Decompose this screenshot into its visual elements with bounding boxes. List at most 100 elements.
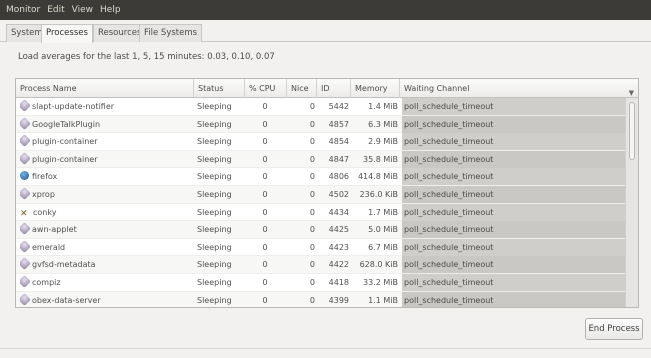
col-memory[interactable]: Memory <box>351 79 400 98</box>
nice-cell: 0 <box>309 102 315 111</box>
menu-edit[interactable]: Edit <box>47 5 64 15</box>
memory-cell: 1.1 MiB <box>368 295 398 305</box>
status-cell: Sleeping <box>197 154 232 164</box>
memory-cell: 5.0 MiB <box>368 225 398 235</box>
waiting-channel-cell: poll_schedule_timeout <box>402 150 626 168</box>
tab-processes[interactable]: Processes <box>41 24 93 43</box>
gear-icon <box>20 257 31 271</box>
nice-cell: 0 <box>309 189 315 199</box>
memory-cell: 6.7 MiB <box>368 242 398 252</box>
gear-icon <box>20 187 31 200</box>
menu-help[interactable]: Help <box>100 5 121 15</box>
cpu-cell: 0 <box>262 102 268 111</box>
table-row[interactable]: plugin-container Sleeping 0 0 4847 35.8 MiB po… <box>16 150 638 169</box>
id-cell: 4422 <box>328 260 349 270</box>
tab-file-systems[interactable]: File Systems <box>139 24 203 42</box>
process-name-cell: awn-applet <box>20 221 193 238</box>
nice-cell: 0 <box>309 242 315 252</box>
menu-bar: Monitor Edit View Help <box>0 0 651 20</box>
cpu-cell: 0 <box>262 277 268 287</box>
memory-cell: 35.8 MiB <box>363 154 398 164</box>
cpu-cell: 0 <box>262 172 268 182</box>
table-row[interactable]: compiz Sleeping 0 0 4418 33.2 MiB poll_schedul… <box>16 273 638 292</box>
status-cell: Sleeping <box>197 260 232 270</box>
gear-icon <box>20 292 31 306</box>
waiting-channel-cell: poll_schedule_timeout <box>402 273 626 291</box>
cpu-cell: 0 <box>262 225 268 235</box>
col-nice[interactable]: Nice <box>287 79 317 98</box>
nice-cell: 0 <box>309 172 315 182</box>
menu-view[interactable]: View <box>72 5 93 15</box>
status-cell: Sleeping <box>197 172 232 182</box>
table-row[interactable]: slapt-update-notifier Sleeping 0 0 5442 1.4 M… <box>16 98 638 116</box>
conky-icon: ✕ <box>20 208 28 219</box>
process-name-cell: obex-data-server <box>20 292 193 307</box>
gear-icon <box>20 99 31 112</box>
memory-cell: 414.8 MiB <box>357 172 398 182</box>
scrollbar-thumb[interactable] <box>629 102 635 160</box>
memory-cell: 33.2 MiB <box>363 277 398 287</box>
tab-bar: System Processes Resources File Systems <box>0 20 651 43</box>
bottom-divider <box>0 348 651 349</box>
table-row[interactable]: plugin-container Sleeping 0 0 4854 2.9 MiB pol… <box>16 133 638 151</box>
cpu-cell: 0 <box>262 119 268 129</box>
process-name-cell: gvfsd-metadata <box>20 256 193 273</box>
status-cell: Sleeping <box>197 119 232 129</box>
cpu-cell: 0 <box>262 242 268 252</box>
status-cell: Sleeping <box>197 225 232 235</box>
process-name: obex-data-server <box>32 295 101 305</box>
memory-cell: 6.3 MiB <box>368 119 398 129</box>
table-row[interactable]: awn-applet Sleeping 0 0 4425 5.0 MiB poll_sche… <box>16 221 638 239</box>
status-cell: Sleeping <box>197 207 232 217</box>
table-row[interactable]: GoogleTalkPlugin Sleeping 0 0 4857 6.3 MiB pol… <box>16 115 638 134</box>
waiting-channel-cell: poll_schedule_timeout <box>402 115 626 133</box>
memory-cell: 628.0 KiB <box>359 260 398 270</box>
table-row[interactable]: ✕ conky Sleeping 0 0 4434 1.7 MiB poll_schedule… <box>16 203 638 222</box>
menu-monitor[interactable]: Monitor <box>6 5 40 15</box>
table-row[interactable]: emerald Sleeping 0 0 4423 6.7 MiB poll_schedul… <box>16 238 638 257</box>
col-cpu[interactable]: % CPU <box>245 79 287 98</box>
process-name: slapt-update-notifier <box>32 102 115 111</box>
gear-icon <box>20 239 31 253</box>
nice-cell: 0 <box>309 260 315 270</box>
waiting-channel-cell: poll_schedule_timeout <box>402 203 626 221</box>
waiting-channel-cell: poll_schedule_timeout <box>402 133 626 151</box>
col-waiting-channel[interactable]: Waiting Channel ▼ <box>400 79 638 98</box>
memory-cell: 1.7 MiB <box>368 207 398 217</box>
cpu-cell: 0 <box>262 137 268 147</box>
status-cell: Sleeping <box>197 137 232 147</box>
end-process-button[interactable]: End Process <box>585 318 643 340</box>
table-row[interactable]: xprop Sleeping 0 0 4502 236.0 KiB poll_schedul… <box>16 185 638 204</box>
id-cell: 4806 <box>328 172 349 182</box>
process-name-cell: GoogleTalkPlugin <box>20 116 193 133</box>
gear-icon <box>20 275 31 288</box>
gear-icon <box>20 134 31 148</box>
load-averages-text: Load averages for the last 1, 5, 15 minu… <box>18 52 275 62</box>
process-name: emerald <box>32 242 66 252</box>
table-row[interactable]: obex-data-server Sleeping 0 0 4399 1.1 MiB pol… <box>16 291 638 307</box>
cpu-cell: 0 <box>262 260 268 270</box>
col-process-name[interactable]: Process Name <box>16 79 194 98</box>
status-cell: Sleeping <box>197 189 232 199</box>
memory-cell: 1.4 MiB <box>368 102 398 111</box>
col-id[interactable]: ID <box>317 79 351 98</box>
id-cell: 4502 <box>328 189 349 199</box>
id-cell: 4418 <box>328 277 349 287</box>
process-name: conky <box>33 207 57 217</box>
process-name-cell: firefox <box>20 168 193 185</box>
table-row[interactable]: firefox Sleeping 0 0 4806 414.8 MiB poll_sched… <box>16 168 638 186</box>
id-cell: 4857 <box>328 119 349 129</box>
nice-cell: 0 <box>309 119 315 129</box>
status-cell: Sleeping <box>197 277 232 287</box>
nice-cell: 0 <box>309 154 315 164</box>
vertical-scrollbar[interactable] <box>625 98 638 307</box>
waiting-channel-cell: poll_schedule_timeout <box>402 185 626 203</box>
table-body: slapt-update-notifier Sleeping 0 0 5442 1.4 M… <box>16 98 638 307</box>
col-status[interactable]: Status <box>194 79 245 98</box>
table-row[interactable]: gvfsd-metadata Sleeping 0 0 4422 628.0 KiB pol… <box>16 256 638 274</box>
id-cell: 4847 <box>328 154 349 164</box>
process-name-cell: plugin-container <box>20 151 193 168</box>
waiting-channel-cell: poll_schedule_timeout <box>402 98 626 115</box>
firefox-icon <box>20 171 29 181</box>
process-name-cell: xprop <box>20 186 193 203</box>
